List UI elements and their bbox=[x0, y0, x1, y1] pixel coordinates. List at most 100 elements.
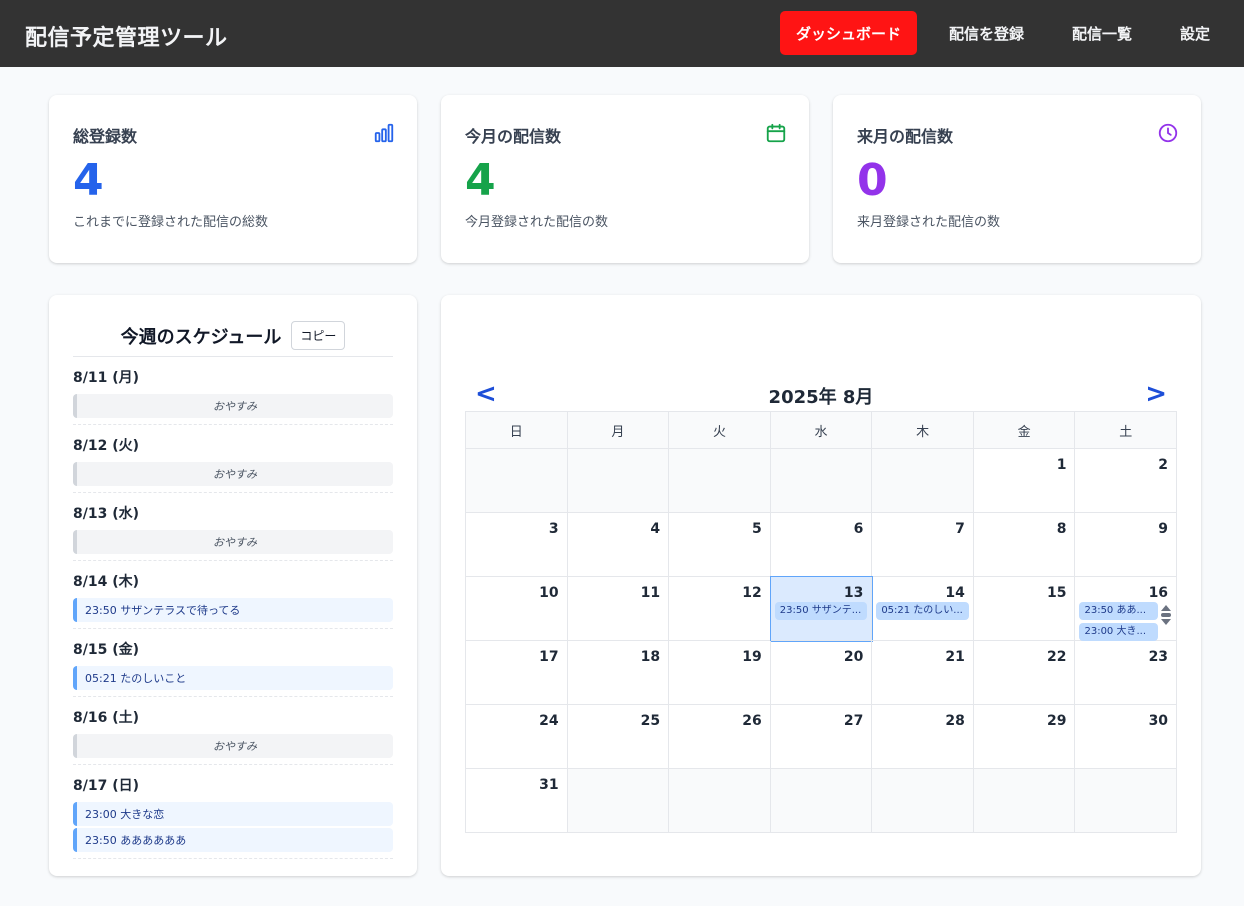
calendar-day-cell[interactable]: 19 bbox=[669, 641, 771, 705]
calendar-day-number: 25 bbox=[640, 713, 661, 729]
calendar-day-cell[interactable]: 4 bbox=[567, 513, 670, 577]
calendar-day-number: 23 bbox=[1148, 649, 1169, 665]
nav-dashboard[interactable]: ダッシュボード bbox=[779, 11, 917, 55]
calendar-weekday-label: 火 bbox=[669, 412, 771, 449]
nav-list[interactable]: 配信一覧 bbox=[1056, 11, 1148, 55]
event-scrollbar[interactable] bbox=[1160, 605, 1172, 625]
week-day-label: 8/15 (金) bbox=[73, 642, 140, 658]
calendar-day-cell[interactable]: 15 bbox=[973, 577, 1076, 641]
calendar-day-cell[interactable]: 21 bbox=[872, 641, 974, 705]
calendar-day-number: 27 bbox=[843, 713, 864, 729]
calendar-day-number: 4 bbox=[650, 521, 661, 537]
calendar-week-row: 3 4 5 6 7 8 9 bbox=[466, 513, 1178, 577]
calendar-event[interactable]: 23:50 ああ... bbox=[1079, 602, 1159, 620]
calendar-empty-cell bbox=[770, 449, 873, 513]
calendar-day-number: 29 bbox=[1046, 713, 1067, 729]
calendar-day-cell[interactable]: 27 bbox=[770, 705, 873, 769]
week-day-item: 8/15 (金) 05:21 たのしいこと bbox=[73, 629, 393, 697]
calendar-day-number: 13 bbox=[843, 585, 864, 601]
calendar-day-cell[interactable]: 28 bbox=[872, 705, 974, 769]
calendar-day-cell[interactable]: 11 bbox=[567, 577, 670, 641]
calendar-day-cell[interactable]: 17 bbox=[466, 641, 568, 705]
calendar-day-cell[interactable]: 22 bbox=[973, 641, 1076, 705]
calendar-day-number: 22 bbox=[1046, 649, 1067, 665]
weekly-schedule-panel: 今週のスケジュール コピー 8/11 (月) おやすみ 8/12 (火) おやすみ 8/… bbox=[49, 295, 417, 876]
week-day-list: 8/11 (月) おやすみ 8/12 (火) おやすみ 8/13 (水) おやすみ 8/14… bbox=[73, 357, 393, 859]
calendar-day-cell[interactable]: 6 bbox=[770, 513, 873, 577]
calendar-day-cell[interactable]: 10 bbox=[466, 577, 568, 641]
calendar-day-cell[interactable]: 12 bbox=[669, 577, 771, 641]
calendar-empty-cell bbox=[567, 769, 670, 833]
calendar-day-cell[interactable]: 13 23:50 サザンテ... bbox=[769, 576, 874, 642]
stat-card-total: 総登録数 4 これまでに登録された配信の総数 bbox=[49, 95, 417, 263]
calendar-empty-cell bbox=[567, 449, 670, 513]
calendar-day-cell[interactable]: 20 bbox=[770, 641, 873, 705]
calendar-day-cell[interactable]: 2 bbox=[1075, 449, 1178, 513]
calendar-day-number: 15 bbox=[1046, 585, 1067, 601]
calendar-week-row: 12 bbox=[466, 449, 1178, 513]
week-day-item: 8/16 (土) おやすみ bbox=[73, 697, 393, 765]
calendar-weekday-label: 日 bbox=[466, 412, 568, 449]
scroll-down-icon[interactable] bbox=[1161, 619, 1172, 625]
calendar-day-cell[interactable]: 9 bbox=[1075, 513, 1178, 577]
calendar-day-cell[interactable]: 24 bbox=[466, 705, 568, 769]
calendar-day-cell[interactable]: 25 bbox=[567, 705, 670, 769]
clock-icon bbox=[1158, 123, 1178, 143]
calendar-day-number: 5 bbox=[751, 521, 762, 537]
schedule-entry[interactable]: 23:50 ああああああ bbox=[73, 828, 393, 852]
calendar-day-cell[interactable]: 26 bbox=[669, 705, 771, 769]
calendar-event[interactable]: 05:21 たのしい... bbox=[876, 602, 969, 620]
calendar-day-cell[interactable]: 31 bbox=[466, 769, 568, 833]
copy-button[interactable]: コピー bbox=[291, 321, 346, 350]
calendar-day-cell[interactable]: 18 bbox=[567, 641, 670, 705]
scroll-thumb[interactable] bbox=[1161, 613, 1172, 617]
calendar-day-number: 30 bbox=[1148, 713, 1169, 729]
calendar-day-number: 7 bbox=[955, 521, 965, 537]
week-day-label: 8/12 (火) bbox=[73, 438, 140, 454]
schedule-entry[interactable]: 23:50 サザンテラスで待ってる bbox=[73, 598, 393, 622]
calendar-day-cell[interactable]: 29 bbox=[973, 705, 1076, 769]
stat-value: 4 bbox=[465, 155, 496, 206]
calendar-day-number: 8 bbox=[1056, 521, 1067, 537]
calendar-day-cell[interactable]: 5 bbox=[669, 513, 771, 577]
stat-desc: 来月登録された配信の数 bbox=[857, 215, 1001, 231]
week-day-label: 8/14 (木) bbox=[73, 574, 140, 590]
nav-settings[interactable]: 設定 bbox=[1164, 11, 1226, 55]
schedule-entry[interactable]: 23:00 大きな恋 bbox=[73, 802, 393, 826]
calendar-day-number: 16 bbox=[1148, 585, 1169, 601]
calendar-next-button[interactable]: > bbox=[1145, 379, 1167, 409]
week-day-item: 8/12 (火) おやすみ bbox=[73, 425, 393, 493]
week-day-item: 8/13 (水) おやすみ bbox=[73, 493, 393, 561]
calendar-weekday-label: 月 bbox=[567, 412, 670, 449]
calendar-event[interactable]: 23:00 大き... bbox=[1079, 623, 1159, 641]
calendar-day-cell[interactable]: 3 bbox=[466, 513, 568, 577]
calendar-day-number: 20 bbox=[843, 649, 864, 665]
calendar-day-number: 3 bbox=[548, 521, 559, 537]
calendar-event[interactable]: 23:50 サザンテ... bbox=[774, 602, 868, 620]
calendar-day-cell[interactable]: 14 05:21 たのしい... bbox=[872, 577, 974, 641]
week-day-label: 8/13 (水) bbox=[73, 506, 140, 522]
calendar-day-cell[interactable]: 16 23:50 ああ... 23:00 大き... bbox=[1075, 577, 1178, 641]
calendar-day-cell[interactable]: 1 bbox=[973, 449, 1076, 513]
calendar-day-cell[interactable]: 8 bbox=[973, 513, 1076, 577]
calendar-day-number: 24 bbox=[539, 713, 559, 729]
calendar-empty-cell bbox=[669, 769, 771, 833]
week-day-item: 8/17 (日) 23:00 大きな恋 23:50 ああああああ bbox=[73, 765, 393, 859]
calendar-day-number: 1 bbox=[1056, 457, 1067, 473]
calendar-empty-cell bbox=[669, 449, 771, 513]
calendar-weekday-label: 金 bbox=[973, 412, 1076, 449]
nav-register[interactable]: 配信を登録 bbox=[933, 11, 1040, 55]
schedule-entry[interactable]: 05:21 たのしいこと bbox=[73, 666, 393, 690]
calendar-day-cell[interactable]: 7 bbox=[872, 513, 974, 577]
stat-value: 0 bbox=[857, 155, 888, 206]
scroll-up-icon[interactable] bbox=[1161, 605, 1172, 611]
calendar-day-cell[interactable]: 23 bbox=[1075, 641, 1178, 705]
week-day-item: 8/11 (月) おやすみ bbox=[73, 357, 393, 425]
weekly-schedule-title: 今週のスケジュール bbox=[120, 326, 282, 348]
calendar-empty-cell bbox=[872, 769, 974, 833]
stat-title: 総登録数 bbox=[73, 127, 138, 146]
bar-chart-icon bbox=[374, 123, 394, 143]
calendar-day-cell[interactable]: 30 bbox=[1075, 705, 1178, 769]
calendar-day-number: 26 bbox=[742, 713, 762, 729]
calendar-day-number: 19 bbox=[742, 649, 762, 665]
